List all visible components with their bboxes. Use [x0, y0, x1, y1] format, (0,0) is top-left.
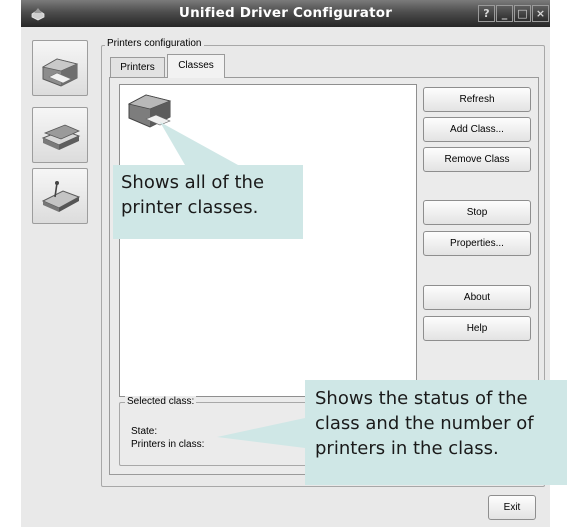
callout-status: Shows the status of the class and the nu…	[305, 380, 567, 485]
callout-classes-line2: printer classes.	[121, 197, 259, 218]
callout-classes-line1: Shows all of the	[121, 172, 265, 193]
callout-classes: Shows all of the printer classes.	[113, 165, 303, 239]
callout-pointer-1	[160, 122, 238, 165]
callout-status-line3: printers in the class.	[315, 438, 499, 459]
callout-pointer-2	[217, 418, 305, 448]
callout-status-line1: Shows the status of the	[315, 388, 528, 409]
callout-status-line2: class and the number of	[315, 413, 534, 434]
